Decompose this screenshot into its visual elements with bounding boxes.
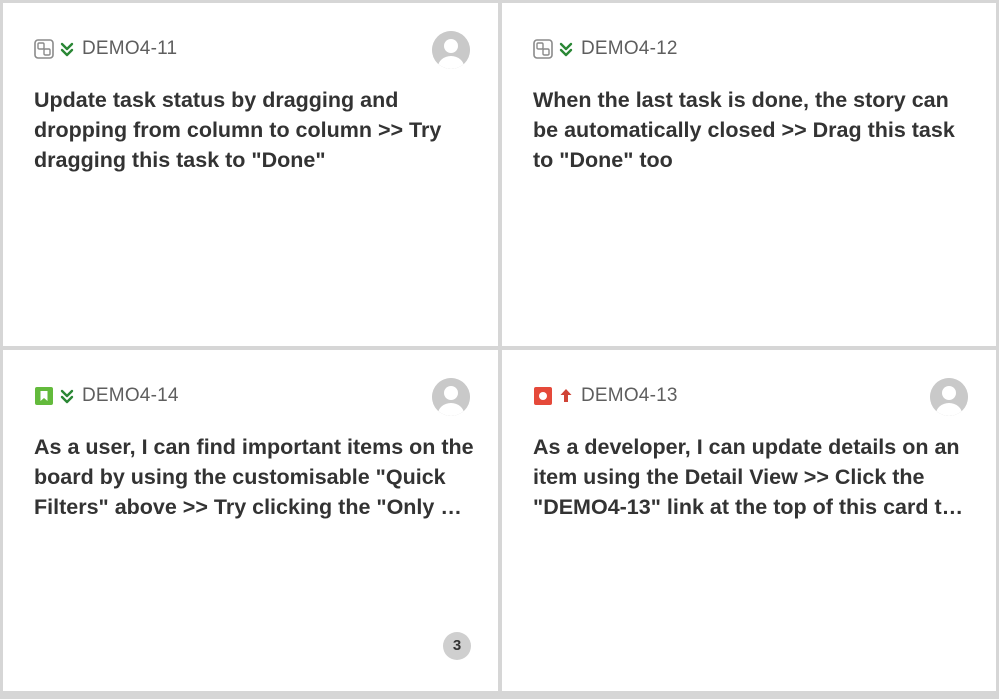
issue-card[interactable]: DEMO4-11 Update task status by dragging … <box>3 3 498 346</box>
assignee-avatar[interactable] <box>930 378 968 416</box>
issue-summary: When the last task is done, the story ca… <box>533 88 955 172</box>
subtask-icon <box>34 39 54 59</box>
issue-card[interactable]: DEMO4-12 When the last task is done, the… <box>502 3 996 346</box>
issue-key-link[interactable]: DEMO4-12 <box>581 37 678 61</box>
card-header: DEMO4-13 <box>533 384 678 408</box>
card-header: DEMO4-12 <box>533 37 678 61</box>
priority-lowest-icon <box>557 39 575 59</box>
issue-card[interactable]: DEMO4-13 As a developer, I can update de… <box>502 350 996 691</box>
priority-lowest-icon <box>58 39 76 59</box>
issue-card[interactable]: DEMO4-14 As a user, I can find important… <box>3 350 498 691</box>
sprint-board: DEMO4-11 Update task status by dragging … <box>0 0 999 699</box>
issue-summary: As a user, I can find important items on… <box>34 435 474 519</box>
card-header: DEMO4-11 <box>34 37 177 61</box>
card-header: DEMO4-14 <box>34 384 179 408</box>
priority-lowest-icon <box>58 386 76 406</box>
assignee-avatar[interactable] <box>432 31 470 69</box>
issue-key-link[interactable]: DEMO4-14 <box>82 384 179 408</box>
subtask-count-badge: 3 <box>443 632 471 660</box>
story-icon <box>34 386 54 406</box>
issue-summary: Update task status by dragging and dropp… <box>34 88 442 172</box>
issue-summary: As a developer, I can update details on … <box>533 435 960 519</box>
subtask-icon <box>533 39 553 59</box>
issue-key-link[interactable]: DEMO4-11 <box>82 37 177 61</box>
bug-icon <box>533 386 553 406</box>
board-divider <box>0 693 999 699</box>
assignee-avatar[interactable] <box>432 378 470 416</box>
priority-high-icon <box>557 386 575 406</box>
issue-key-link[interactable]: DEMO4-13 <box>581 384 678 408</box>
